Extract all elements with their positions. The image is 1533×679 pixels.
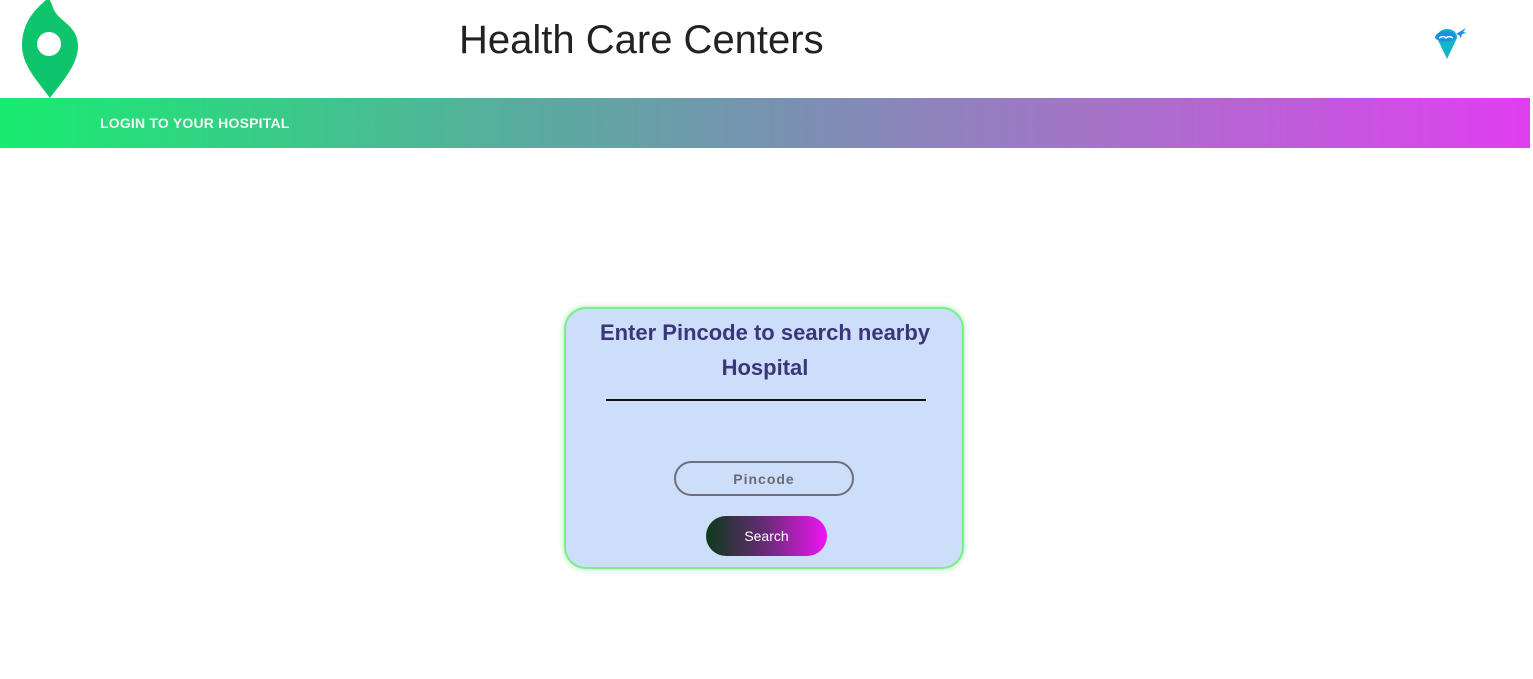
navbar: LOGIN TO YOUR HOSPITAL (0, 98, 1530, 148)
page-title: Health Care Centers (459, 18, 824, 62)
search-card-heading: Enter Pincode to search nearby Hospital (599, 320, 931, 380)
search-button[interactable]: Search (706, 516, 827, 556)
pincode-search-card: Enter Pincode to search nearby Hospital … (564, 307, 964, 569)
header: Health Care Centers (0, 0, 1533, 98)
travel-plane-icon (1435, 28, 1467, 59)
map-pin-icon[interactable] (18, 0, 82, 100)
pincode-input[interactable] (674, 461, 854, 496)
divider (606, 399, 926, 401)
login-to-hospital-link[interactable]: LOGIN TO YOUR HOSPITAL (100, 115, 290, 131)
